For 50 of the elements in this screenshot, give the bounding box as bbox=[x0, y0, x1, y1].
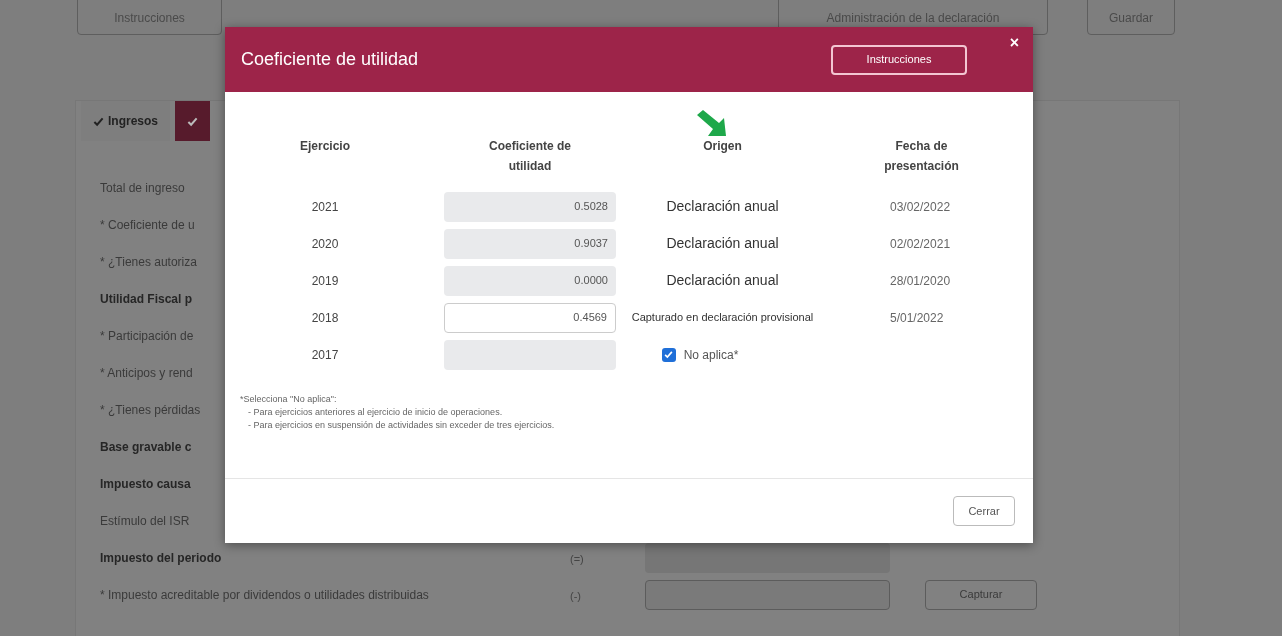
amount-field[interactable] bbox=[645, 579, 890, 610]
date-cell-text: 02/02/2021 bbox=[890, 235, 951, 253]
modal-title: Coeficiente de utilidad bbox=[241, 48, 419, 71]
column-header: Coeficiente de utilidad bbox=[488, 138, 572, 175]
field-label: * Participación de bbox=[100, 327, 194, 345]
field-label: Total de ingreso bbox=[100, 179, 185, 197]
year-cell-text: 2021 bbox=[311, 198, 339, 216]
column-header: Fecha de presentación bbox=[883, 138, 960, 175]
field-label: * ¿Tienes pérdidas bbox=[100, 401, 201, 419]
footnote-text: *Selecciona "No aplica": bbox=[240, 393, 338, 406]
date-cell-text: 03/02/2022 bbox=[890, 198, 951, 216]
year-cell-text: 2017 bbox=[311, 346, 339, 364]
field-label: * Coeficiente de u bbox=[100, 216, 195, 234]
origin-cell-text: Declaración anual bbox=[666, 234, 779, 253]
year-cell-text: 2019 bbox=[311, 272, 339, 290]
footnote-text: - Para ejercicios en suspensión de actividades sin exceder de tres ejercicios. bbox=[247, 419, 556, 432]
coefficient-field[interactable]: 0.9037 bbox=[444, 228, 616, 259]
field-label: * ¿Tienes autoriza bbox=[100, 253, 197, 271]
coefficient-field[interactable]: 0.0000 bbox=[444, 265, 616, 296]
date-cell-text: 28/01/2020 bbox=[890, 272, 951, 290]
check-icon bbox=[187, 115, 198, 127]
checkbox[interactable] bbox=[661, 347, 676, 362]
column-header: Ejercicio bbox=[299, 138, 351, 155]
tab[interactable] bbox=[175, 101, 210, 141]
checkbox-label: No aplica* bbox=[683, 346, 739, 364]
close-button[interactable]: × bbox=[1009, 35, 1019, 51]
origin-cell-text: Declaración anual bbox=[666, 271, 779, 290]
origin-cell-text: Declaración anual bbox=[666, 197, 779, 216]
field-label: Impuesto causa bbox=[100, 475, 191, 493]
close-button[interactable]: Cerrar bbox=[953, 496, 1015, 526]
footnote-text: - Para ejercicios anteriores al ejercicio de inicio de operaciones. bbox=[247, 406, 504, 419]
year-cell-text: 2020 bbox=[311, 235, 339, 253]
amount-field[interactable] bbox=[645, 542, 890, 573]
field-label: Base gravable c bbox=[100, 438, 192, 456]
field-label: Utilidad Fiscal p bbox=[100, 290, 192, 308]
column-header: Origen bbox=[702, 138, 743, 155]
year-cell-text: 2018 bbox=[311, 309, 339, 327]
field-label: Estímulo del ISR bbox=[100, 512, 190, 530]
field-label: Impuesto del periodo bbox=[100, 549, 222, 567]
sign-label: (-) bbox=[570, 589, 581, 602]
instructions-button[interactable]: Instrucciones bbox=[831, 44, 967, 75]
origin-cell-text: Capturado en declaración provisional bbox=[631, 310, 814, 326]
check-icon bbox=[664, 350, 674, 359]
field-label: * Anticipos y rend bbox=[100, 364, 193, 382]
coefficient-field[interactable]: 0.4569 bbox=[444, 302, 616, 333]
check-icon bbox=[93, 115, 104, 127]
field-label: * Impuesto acreditable por dividendos o utilidades distribuidas bbox=[100, 586, 429, 604]
coefficient-field[interactable]: 0.5028 bbox=[444, 191, 616, 222]
date-cell-text: 5/01/2022 bbox=[890, 309, 944, 327]
sign-label: (=) bbox=[570, 552, 584, 565]
